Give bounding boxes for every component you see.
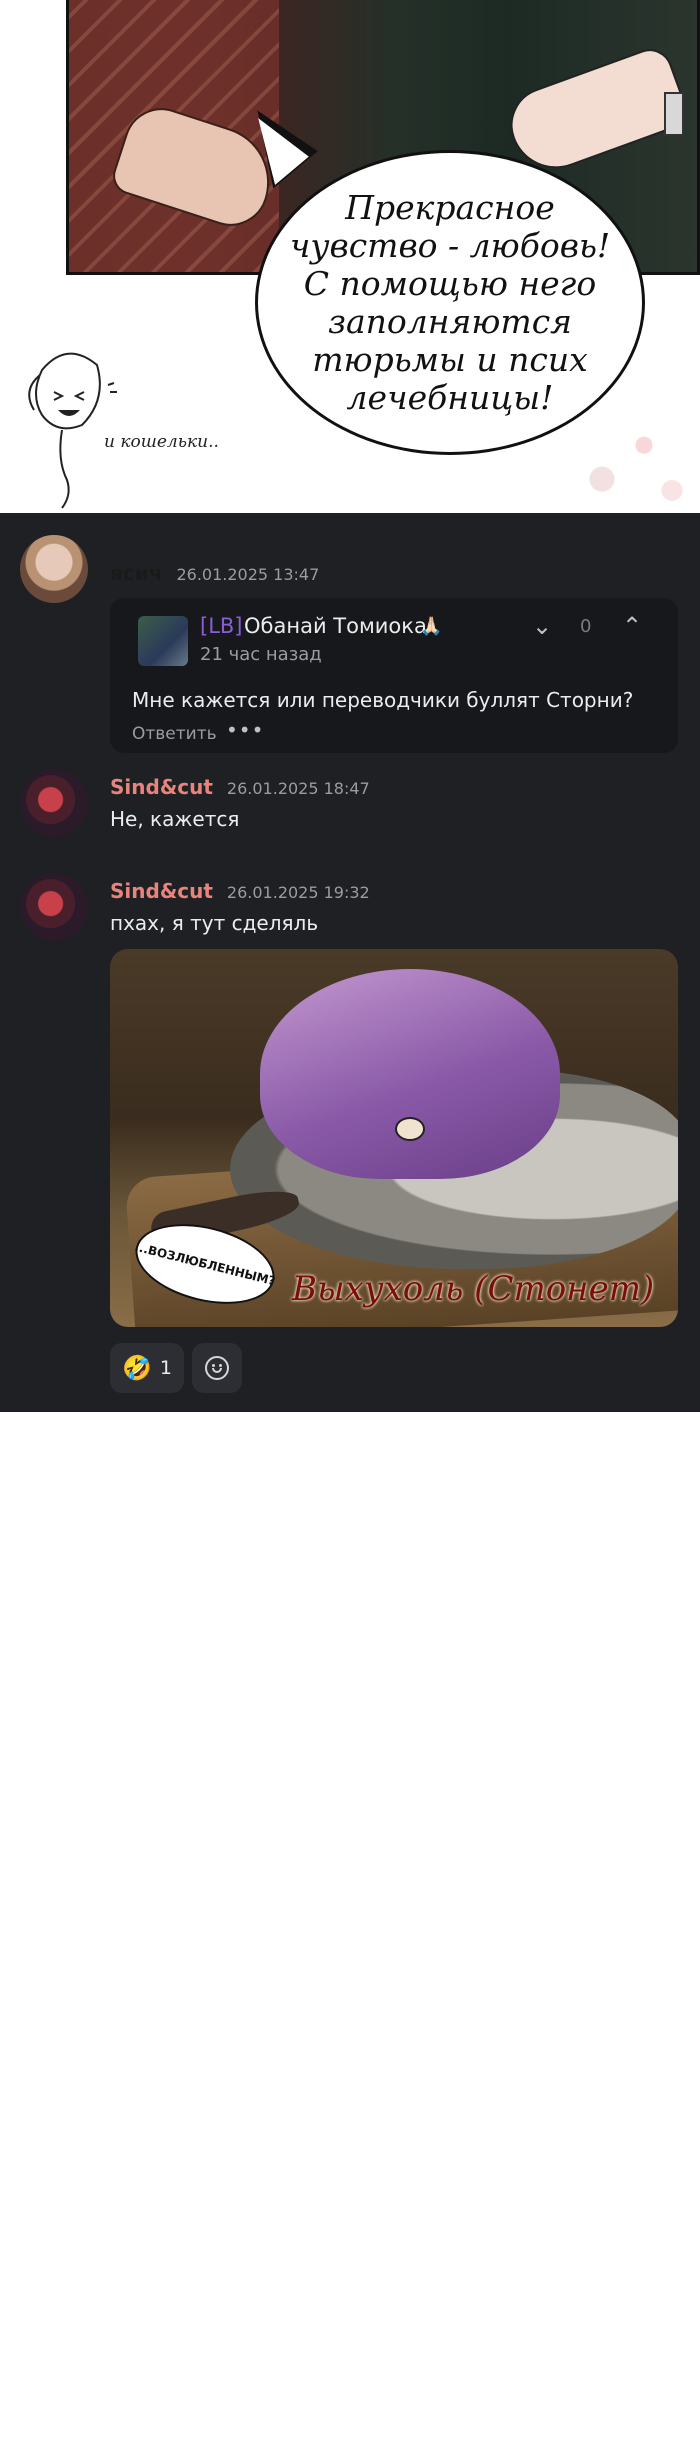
upvote-chevron-icon[interactable]: ⌃ [622,612,642,640]
avatar[interactable] [20,769,88,837]
comment-item: Sind&cut 26.01.2025 18:47 Не, кажется [0,769,700,859]
add-reaction-button[interactable] [191,1343,242,1393]
meme-caption: Выхухоль (Стонет) [292,1269,655,1309]
reactions-bar: 🤣 1 [110,1343,242,1393]
meme-bubble-text: ...ВОЗЛЮБЛЕННЫМ? [133,1239,277,1289]
avatar[interactable] [20,873,88,941]
quoted-time-ago: 21 час назад [200,644,322,665]
cross-pendant-art [664,92,684,136]
comment-author[interactable]: Sind&cut [110,879,213,903]
vote-count: 0 [580,616,592,637]
quoted-user-tag: [LB] [200,614,243,638]
quoted-author-emoji: 🙏🏻 [420,616,443,637]
downvote-chevron-icon[interactable]: ⌄ [532,612,552,640]
comments-section: ясич 26.01.2025 13:47 [LB] Обанай Томиок… [0,513,700,1412]
more-options-icon[interactable]: ••• [226,718,264,742]
comment-item: ясич 26.01.2025 13:47 [LB] Обанай Томиок… [0,533,700,773]
comment-timestamp: 26.01.2025 18:47 [226,779,370,798]
comment-author[interactable]: ясич [110,561,162,585]
manga-panel: Прекрасное чувство - любовь! С помощью н… [0,0,700,513]
sparkles-decoration [560,400,700,513]
quoted-author[interactable]: Обанай Томиока [244,614,427,638]
comment-meta: Sind&cut 26.01.2025 18:47 [110,775,370,799]
reaction-chip[interactable]: 🤣 1 [110,1343,184,1393]
comment-timestamp: 26.01.2025 13:47 [176,565,320,584]
comment-author[interactable]: Sind&cut [110,775,213,799]
quoted-text: Мне кажется или переводчики буллят Сторн… [132,688,634,712]
comment-image[interactable]: ...ВОЗЛЮБЛЕННЫМ? Выхухоль (Стонет) [110,949,678,1327]
smile-icon [204,1356,229,1380]
comment-meta: ясич 26.01.2025 13:47 [110,561,319,585]
eye-art [395,1117,425,1141]
comment-meta: Sind&cut 26.01.2025 19:32 [110,879,370,903]
reply-button[interactable]: Ответить [132,724,217,744]
quoted-comment: [LB] Обанай Томиока 🙏🏻 21 час назад ⌄ 0 … [110,598,678,753]
comment-text: пхах, я тут сделяль [110,911,319,935]
purple-hair-art [260,969,560,1179]
comment-text: Не, кажется [110,807,240,831]
rofl-emoji-icon: 🤣 [122,1354,152,1382]
side-caption: и кошельки.. [104,432,219,452]
reaction-count: 1 [159,1357,172,1379]
chibi-character-drawing [28,352,117,509]
quoted-avatar[interactable] [138,616,188,666]
comment-timestamp: 26.01.2025 19:32 [226,883,370,902]
avatar[interactable] [20,535,88,603]
speech-bubble-text: Прекрасное чувство - любовь! С помощью н… [289,187,611,417]
